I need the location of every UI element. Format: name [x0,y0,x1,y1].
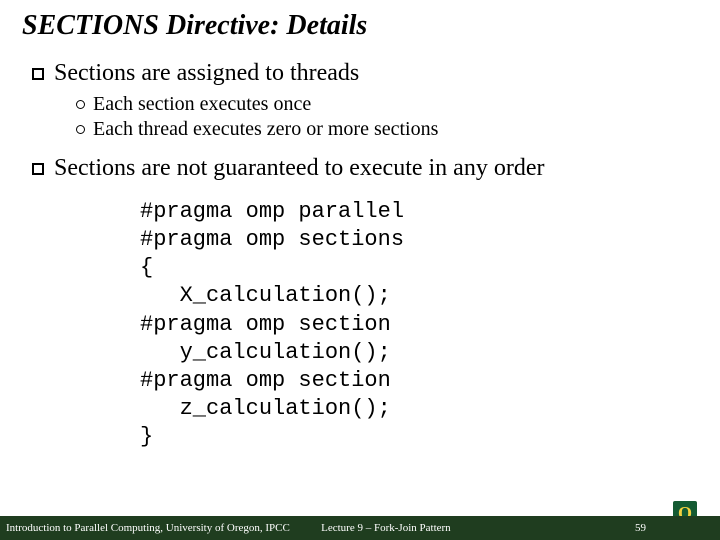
code-block: #pragma omp parallel #pragma omp section… [32,188,700,451]
slide: SECTIONS Directive: Details Sections are… [0,0,720,540]
slide-title: SECTIONS Directive: Details [0,0,720,42]
sub-bullets: Each section executes once Each thread e… [32,93,700,141]
circle-bullet-icon [76,125,85,134]
bullet-level2: Each thread executes zero or more sectio… [76,118,700,141]
square-bullet-icon [32,68,44,80]
bullet-level2: Each section executes once [76,93,700,116]
sub-bullet-text: Each thread executes zero or more sectio… [93,118,438,141]
bullet-text: Sections are assigned to threads [54,60,359,87]
footer-center: Lecture 9 – Fork-Join Pattern [321,522,451,534]
bullet-level1: Sections are assigned to threads [32,60,700,87]
sub-bullet-text: Each section executes once [93,93,311,116]
bullet-level1: Sections are not guaranteed to execute i… [32,155,700,182]
square-bullet-icon [32,163,44,175]
footer-page-number: 59 [635,522,646,534]
circle-bullet-icon [76,100,85,109]
bullet-text: Sections are not guaranteed to execute i… [54,155,544,182]
footer-left: Introduction to Parallel Computing, Univ… [0,522,290,534]
slide-content: Sections are assigned to threads Each se… [0,42,720,451]
slide-footer: Introduction to Parallel Computing, Univ… [0,516,720,540]
